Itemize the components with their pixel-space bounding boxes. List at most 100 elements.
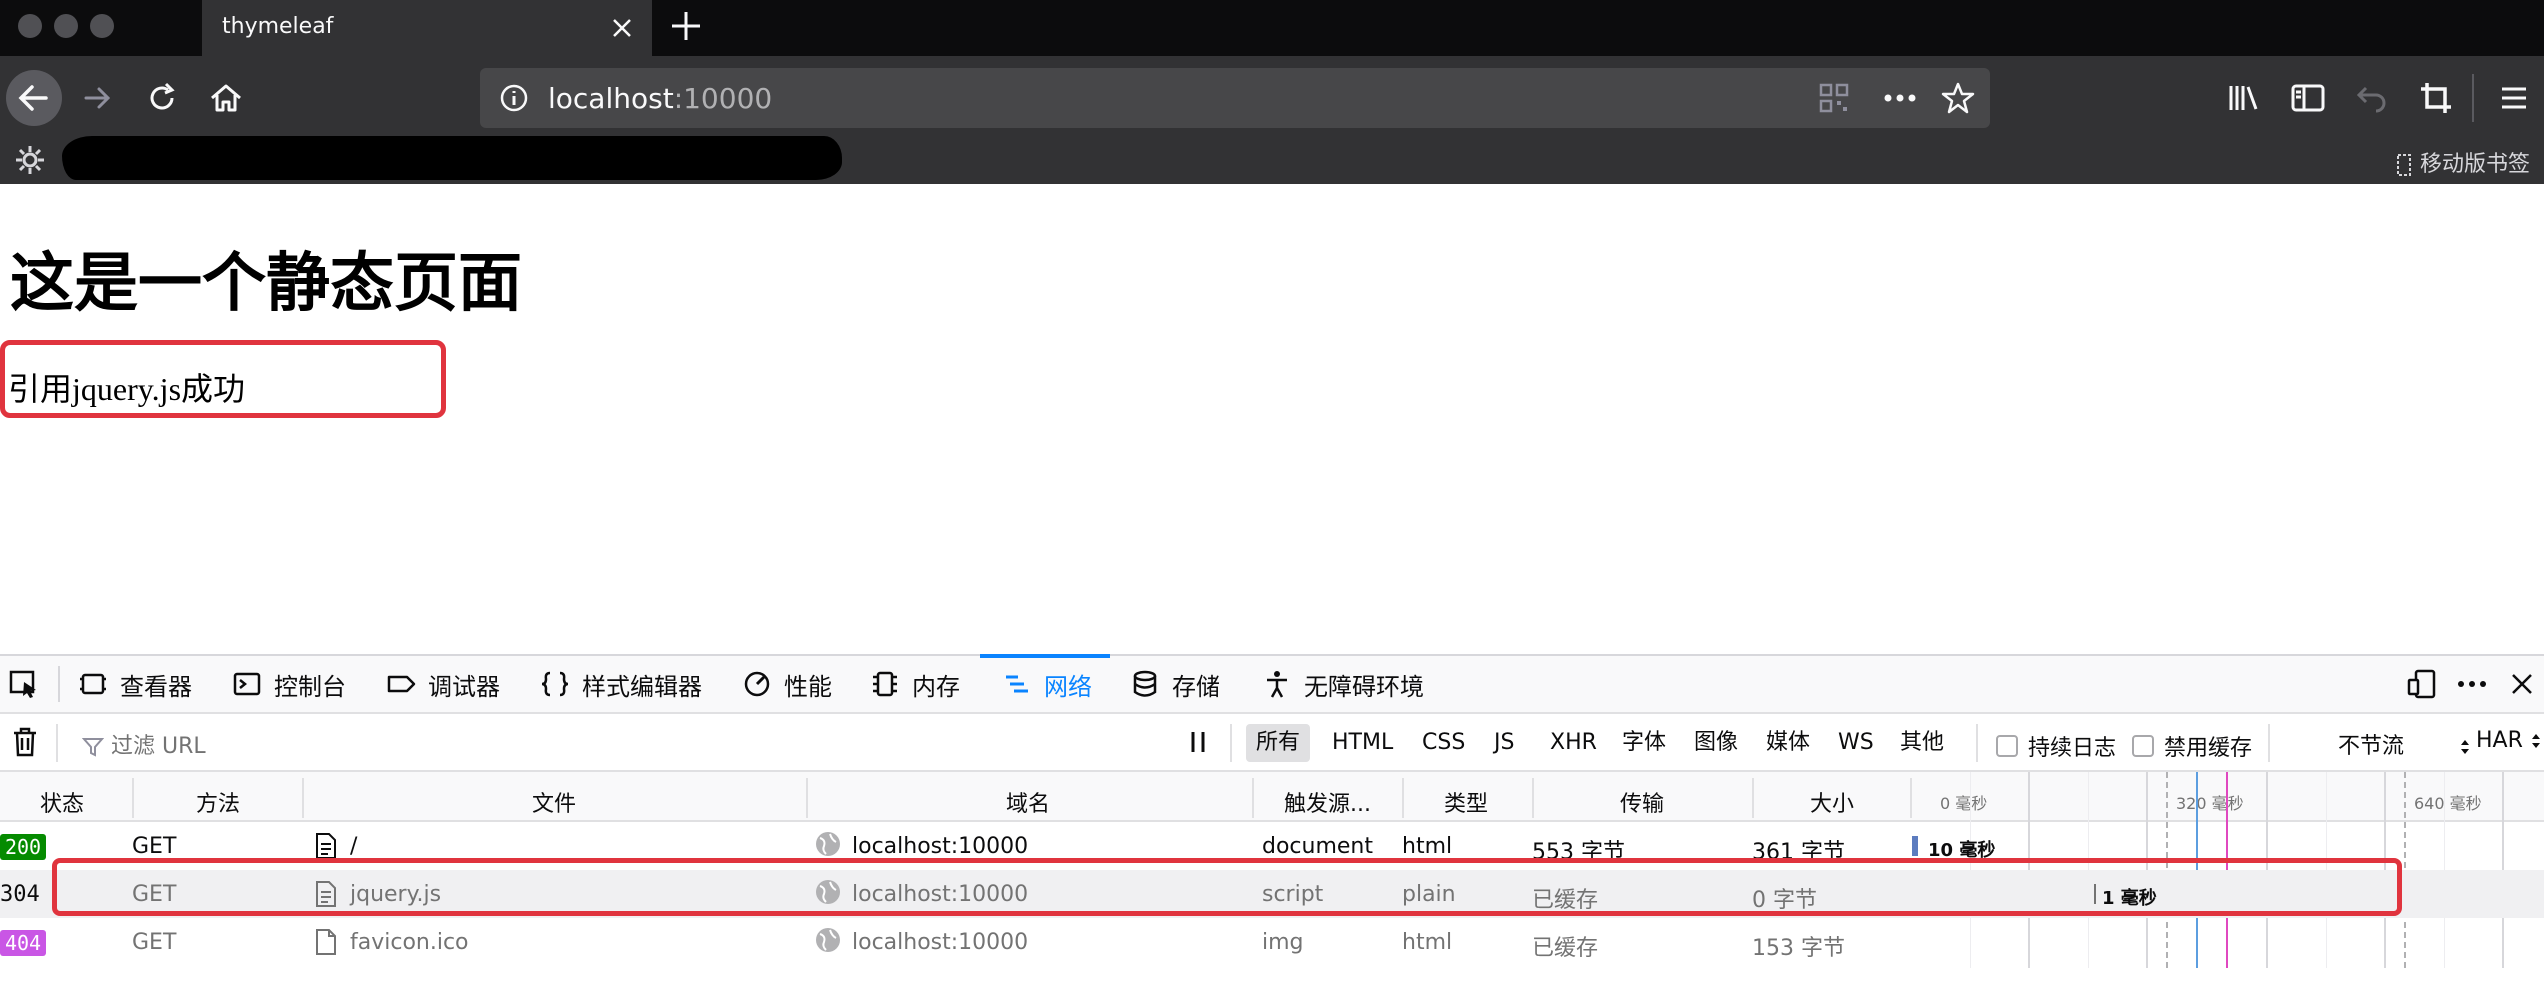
new-tab-plus-icon[interactable] [668,8,704,44]
pause-icon[interactable] [1184,728,1212,756]
mobile-bookmarks-link[interactable]: 移动版书签 [2395,146,2530,178]
tab-performance[interactable]: 性能 [742,656,832,712]
filter-fonts-button[interactable]: 字体 [1612,724,1676,762]
screenshot-crop-icon[interactable] [2416,78,2456,118]
url-bar[interactable]: localhost:10000 [480,68,1990,128]
hamburger-menu-icon[interactable] [2494,78,2534,118]
tab-storage[interactable]: 存储 [1130,656,1220,712]
type-cell: html [1402,834,1453,859]
tab-label: 内存 [912,672,960,701]
back-button[interactable] [6,70,62,126]
sidebar-icon[interactable] [2288,78,2328,118]
bookmark-star-icon[interactable] [1940,80,1976,116]
folder-icon [2395,153,2413,177]
more-actions-icon[interactable] [1882,82,1918,114]
throttle-value: 不节流 [2338,734,2405,759]
checkbox-box[interactable] [1996,735,2018,757]
checkbox-box[interactable] [2132,735,2154,757]
qr-code-icon[interactable] [1818,82,1850,114]
cause-cell: img [1262,930,1304,955]
library-icon[interactable] [2224,78,2264,118]
arrow-left-icon [18,85,48,111]
filter-images-button[interactable]: 图像 [1684,724,1748,762]
throttle-select[interactable]: 不节流 [2338,728,2471,760]
har-menu[interactable]: HAR [2476,728,2542,753]
filter-js-button[interactable]: JS [1484,724,1524,762]
column-separator[interactable] [302,778,304,818]
filter-funnel-icon [82,736,104,758]
memory-chip-icon [870,669,900,699]
status-badge: 404 [0,930,46,956]
filter-all-button[interactable]: 所有 [1246,724,1311,762]
url-text: localhost:10000 [548,82,773,115]
column-header-cause[interactable]: 触发源... [1284,786,1371,818]
page-heading: 这是一个静态页面 [10,247,522,321]
browser-tab[interactable]: thymeleaf [202,0,652,56]
mobile-bookmarks-label: 移动版书签 [2419,152,2530,177]
request-table-header [0,772,2544,822]
filter-media-button[interactable]: 媒体 [1756,724,1820,762]
filter-xhr-button[interactable]: XHR [1540,724,1607,762]
cause-cell: document [1262,834,1373,859]
column-header-transferred[interactable]: 传输 [1620,786,1664,818]
waterfall-bar [1912,836,1918,856]
tab-accessibility[interactable]: 无障碍环境 [1262,656,1424,712]
column-header-method[interactable]: 方法 [196,786,240,818]
undo-icon[interactable] [2352,78,2392,118]
column-separator[interactable] [1910,778,1912,818]
filter-ws-button[interactable]: WS [1828,724,1884,762]
column-separator[interactable] [132,778,134,818]
tab-label: 调试器 [428,672,500,701]
window-zoom-dot[interactable] [90,14,114,38]
method-cell: GET [132,834,177,859]
column-header-type[interactable]: 类型 [1444,786,1488,818]
tab-memory[interactable]: 内存 [870,656,960,712]
type-cell: html [1402,930,1453,955]
filter-css-button[interactable]: CSS [1412,724,1475,762]
file-cell: / [350,834,358,859]
forward-arrow-icon[interactable] [78,78,118,118]
trash-icon[interactable] [10,726,40,758]
gear-icon[interactable] [14,144,46,176]
transferred-cell: 已缓存 [1532,936,1599,961]
column-separator[interactable] [1752,778,1754,818]
info-icon[interactable] [498,82,530,114]
timeline-tick-label: 0 毫秒 [1940,794,1988,813]
filter-url-input[interactable]: 过滤 URL [82,728,1162,760]
column-header-file[interactable]: 文件 [532,786,576,818]
column-header-status[interactable]: 状态 [40,786,84,818]
column-header-domain[interactable]: 域名 [1006,786,1050,818]
tab-style-editor[interactable]: 样式编辑器 [540,656,702,712]
reload-icon[interactable] [142,78,182,118]
persist-log-checkbox[interactable]: 持续日志 [1996,730,2116,762]
toolbar-separator [1230,724,1232,762]
file-cell: favicon.ico [350,930,469,955]
tab-inspector[interactable]: 查看器 [78,656,192,712]
column-separator[interactable] [1252,778,1254,818]
close-icon[interactable] [608,14,636,42]
inspector-icon [78,669,108,699]
filter-other-button[interactable]: 其他 [1890,724,1954,762]
filter-html-button[interactable]: HTML [1322,724,1403,762]
timeline-tick-label: 320 毫秒 [2176,794,2244,813]
tab-network[interactable]: 网络 [1002,656,1092,712]
table-row[interactable]: 404 GET favicon.ico localhost:10000 img … [0,918,2544,966]
toolbar-separator [58,666,60,702]
tab-debugger[interactable]: 调试器 [386,656,500,712]
console-icon [232,669,262,699]
column-separator[interactable] [1532,778,1534,818]
more-options-icon[interactable] [2456,668,2488,700]
responsive-design-icon[interactable] [2406,668,2438,700]
window-minimize-dot[interactable] [54,14,78,38]
disable-cache-checkbox[interactable]: 禁用缓存 [2132,730,2252,762]
element-picker-icon[interactable] [8,668,40,700]
blank-file-icon [314,928,338,956]
column-separator[interactable] [806,778,808,818]
window-close-dot[interactable] [18,14,42,38]
close-devtools-icon[interactable] [2506,668,2538,700]
column-header-size[interactable]: 大小 [1810,786,1854,818]
column-separator[interactable] [1402,778,1404,818]
tab-console[interactable]: 控制台 [232,656,346,712]
home-icon[interactable] [206,78,246,118]
highlight-box [52,858,2402,916]
